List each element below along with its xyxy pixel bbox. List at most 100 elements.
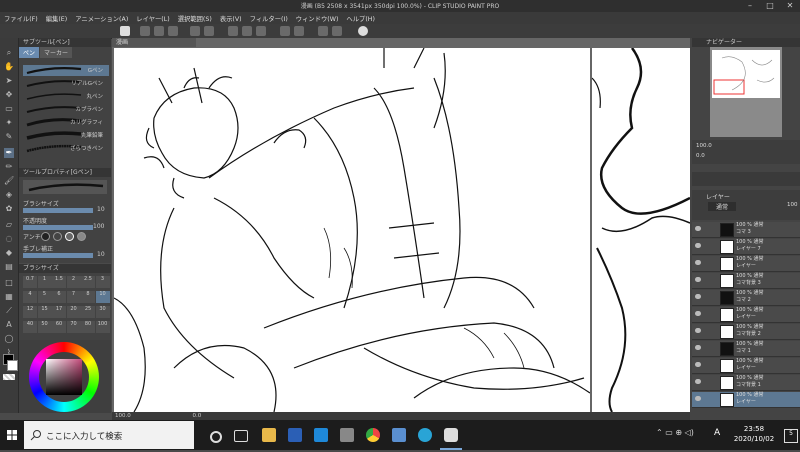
photos-icon[interactable] <box>392 428 406 442</box>
brush-size-preset[interactable]: 40 <box>23 321 37 333</box>
menu-file[interactable]: ファイル(F) <box>0 14 42 23</box>
deselect-icon[interactable] <box>294 26 304 36</box>
zoom-tool-icon[interactable]: ⌕ <box>4 48 14 58</box>
visibility-eye-icon[interactable] <box>695 243 701 248</box>
brush-size-preset[interactable]: 30 <box>95 306 110 318</box>
visibility-eye-icon[interactable] <box>695 396 701 401</box>
layer-row[interactable]: 100 % 通常 レイヤー <box>692 307 800 323</box>
brush-size-preset[interactable]: 2.5 <box>81 276 95 288</box>
brush-size-preset[interactable]: 20 <box>66 306 81 318</box>
brush-size-preset[interactable]: 4 <box>23 291 37 303</box>
transform-icon[interactable] <box>280 26 290 36</box>
gradient-icon[interactable]: ▤ <box>4 262 14 272</box>
antialias-none-icon[interactable] <box>41 232 50 241</box>
decoration-icon[interactable]: ✿ <box>4 204 14 214</box>
redo-icon[interactable] <box>204 26 214 36</box>
clear-outside-icon[interactable] <box>242 26 252 36</box>
store-icon[interactable] <box>340 428 354 442</box>
brush-kabura-pen[interactable]: カブラペン <box>23 104 109 115</box>
notification-center-icon[interactable]: 5 <box>784 429 798 443</box>
brush-size-preset[interactable]: 60 <box>52 321 66 333</box>
brush-rough-pen[interactable]: ざらつきペン <box>23 143 109 154</box>
brush-size-preset[interactable]: 5 <box>37 291 52 303</box>
layer-row[interactable]: 100 % 通常 コマ背景 3 <box>692 273 800 289</box>
layer-row[interactable]: 100 % 通常 レイヤー 7 <box>692 239 800 255</box>
mail-icon[interactable] <box>314 428 328 442</box>
blend-mode-select[interactable]: 通常 <box>708 202 737 211</box>
color-square[interactable] <box>46 359 82 395</box>
chrome-icon[interactable] <box>366 428 380 442</box>
brush-size-preset[interactable]: 80 <box>81 321 95 333</box>
brush-size-preset[interactable]: 0.7 <box>23 276 37 288</box>
selection-tool-icon[interactable]: ▭ <box>4 104 14 114</box>
menu-help[interactable]: ヘルプ(H) <box>342 14 379 23</box>
layer-folder-row[interactable]: 100 % 通常 コマ 3 <box>692 222 800 238</box>
brush-size-preset[interactable]: 3 <box>95 276 110 288</box>
menu-filter[interactable]: フィルター(I) <box>246 14 292 23</box>
brush-size-preset[interactable]: 17 <box>52 306 66 318</box>
layer-row[interactable]: 100 % 通常 コマ背景 2 <box>692 324 800 340</box>
sub-color-swatch[interactable] <box>7 360 18 371</box>
layer-row[interactable]: 100 % 通常 レイヤー <box>692 392 800 408</box>
antialias-strong-icon[interactable] <box>77 232 86 241</box>
brush-size-preset[interactable]: 50 <box>37 321 52 333</box>
brush-size-preset[interactable]: 2 <box>66 276 81 288</box>
visibility-eye-icon[interactable] <box>695 277 701 282</box>
system-tray-icons[interactable]: ⌃ ▭ ⊕ ◁) <box>656 428 694 437</box>
clock[interactable]: 23:58 2020/10/02 <box>730 424 778 444</box>
navigator-angle[interactable]: 0.0 <box>696 153 705 159</box>
cortana-icon[interactable] <box>210 431 222 443</box>
antialias-mid-icon[interactable] <box>65 232 74 241</box>
menu-edit[interactable]: 編集(E) <box>42 14 72 23</box>
stabilization-slider[interactable] <box>23 253 93 258</box>
paint-pro-taskbar-icon[interactable] <box>444 428 458 442</box>
hand-tool-icon[interactable]: ✋ <box>4 62 14 72</box>
save-icon[interactable] <box>168 26 178 36</box>
transparent-color-swatch[interactable] <box>3 374 15 380</box>
close-button[interactable]: ✕ <box>780 0 800 12</box>
brush-size-slider[interactable] <box>23 208 93 213</box>
word-icon[interactable] <box>288 428 302 442</box>
brush-size-preset[interactable]: 100 <box>95 321 110 333</box>
clip-studio-app-icon[interactable] <box>418 428 432 442</box>
blend-icon[interactable]: ◌ <box>4 234 14 244</box>
opacity-slider[interactable] <box>23 225 93 230</box>
brush-size-preset[interactable]: 1.5 <box>52 276 66 288</box>
undo-icon[interactable] <box>190 26 200 36</box>
brush-size-preset[interactable]: 6 <box>52 291 66 303</box>
visibility-eye-icon[interactable] <box>695 345 701 350</box>
new-file-icon[interactable] <box>140 26 150 36</box>
layer-row[interactable]: 100 % 通常 コマ背景 1 <box>692 375 800 391</box>
visibility-eye-icon[interactable] <box>695 226 701 231</box>
antialias-weak-icon[interactable] <box>53 232 62 241</box>
file-explorer-icon[interactable] <box>262 428 276 442</box>
menu-layer[interactable]: レイヤー(L) <box>132 14 173 23</box>
menu-window[interactable]: ウィンドウ(W) <box>292 14 343 23</box>
brush-size-preset[interactable]: 7 <box>66 291 81 303</box>
brush-size-preset[interactable]: 8 <box>81 291 95 303</box>
layer-folder-row[interactable]: 100 % 通常 コマ 1 <box>692 341 800 357</box>
menu-view[interactable]: 表示(V) <box>216 14 246 23</box>
visibility-eye-icon[interactable] <box>695 294 701 299</box>
fill-tool-icon[interactable]: ◆ <box>4 248 14 258</box>
angle-value[interactable]: 0.0 <box>193 413 202 419</box>
tab-pen[interactable]: ペン <box>19 47 40 58</box>
tab-marker[interactable]: マーカー <box>40 47 73 58</box>
menu-animation[interactable]: アニメーション(A) <box>71 14 132 23</box>
brush-real-gpen[interactable]: リアルGペン <box>23 78 109 89</box>
brush-maru-pen[interactable]: 丸ペン <box>23 91 109 102</box>
visibility-eye-icon[interactable] <box>695 379 701 384</box>
open-file-icon[interactable] <box>154 26 164 36</box>
brush-calligraphy[interactable]: カリグラフィ <box>23 117 109 128</box>
move-layer-icon[interactable]: ✥ <box>4 90 14 100</box>
menu-selection[interactable]: 選択範囲(S) <box>174 14 216 23</box>
airbrush-icon[interactable]: ◈ <box>4 190 14 200</box>
visibility-eye-icon[interactable] <box>695 362 701 367</box>
figure-icon[interactable]: □ <box>4 278 14 288</box>
brush-size-preset[interactable]: 25 <box>81 306 95 318</box>
brush-size-preset[interactable]: 1 <box>37 276 52 288</box>
text-tool-icon[interactable]: A <box>4 320 14 330</box>
ime-indicator[interactable]: A <box>714 428 720 438</box>
brush-size-preset[interactable]: 12 <box>23 306 37 318</box>
brush-size-preset[interactable]: 70 <box>66 321 81 333</box>
